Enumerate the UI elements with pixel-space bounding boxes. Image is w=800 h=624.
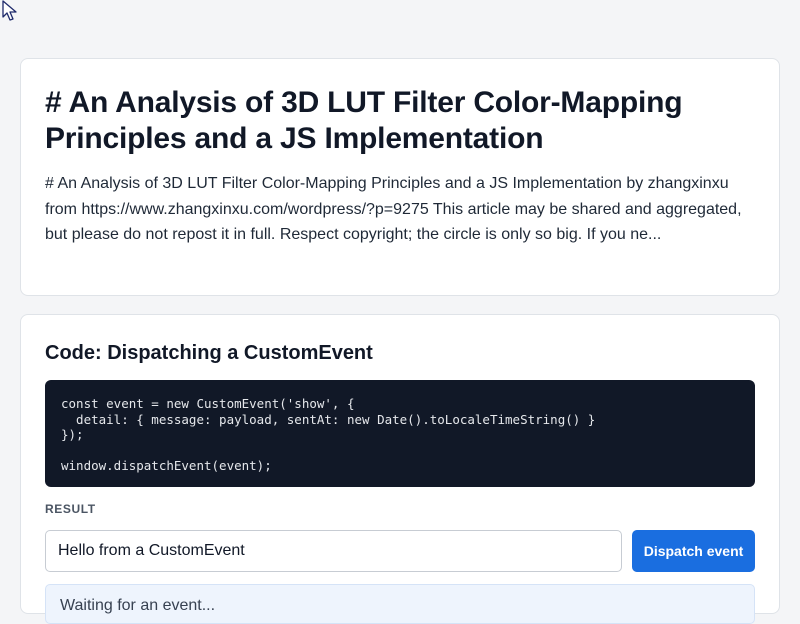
result-output: Waiting for an event...: [45, 584, 755, 624]
message-input[interactable]: [45, 530, 622, 572]
dispatch-event-button[interactable]: Dispatch event: [632, 530, 755, 572]
mouse-pointer-icon: [2, 0, 17, 21]
event-controls: Dispatch event: [45, 530, 755, 572]
result-label: RESULT: [45, 502, 96, 516]
page-title: # An Analysis of 3D LUT Filter Color-Map…: [45, 86, 683, 155]
code-block: const event = new CustomEvent('show', { …: [45, 380, 755, 487]
section-title: Code: Dispatching a CustomEvent: [45, 342, 373, 364]
article-summary: # An Analysis of 3D LUT Filter Color-Map…: [45, 175, 742, 243]
article-card: # An Analysis of 3D LUT Filter Color-Map…: [20, 58, 780, 296]
code-demo-card: Code: Dispatching a CustomEvent const ev…: [20, 314, 780, 624]
